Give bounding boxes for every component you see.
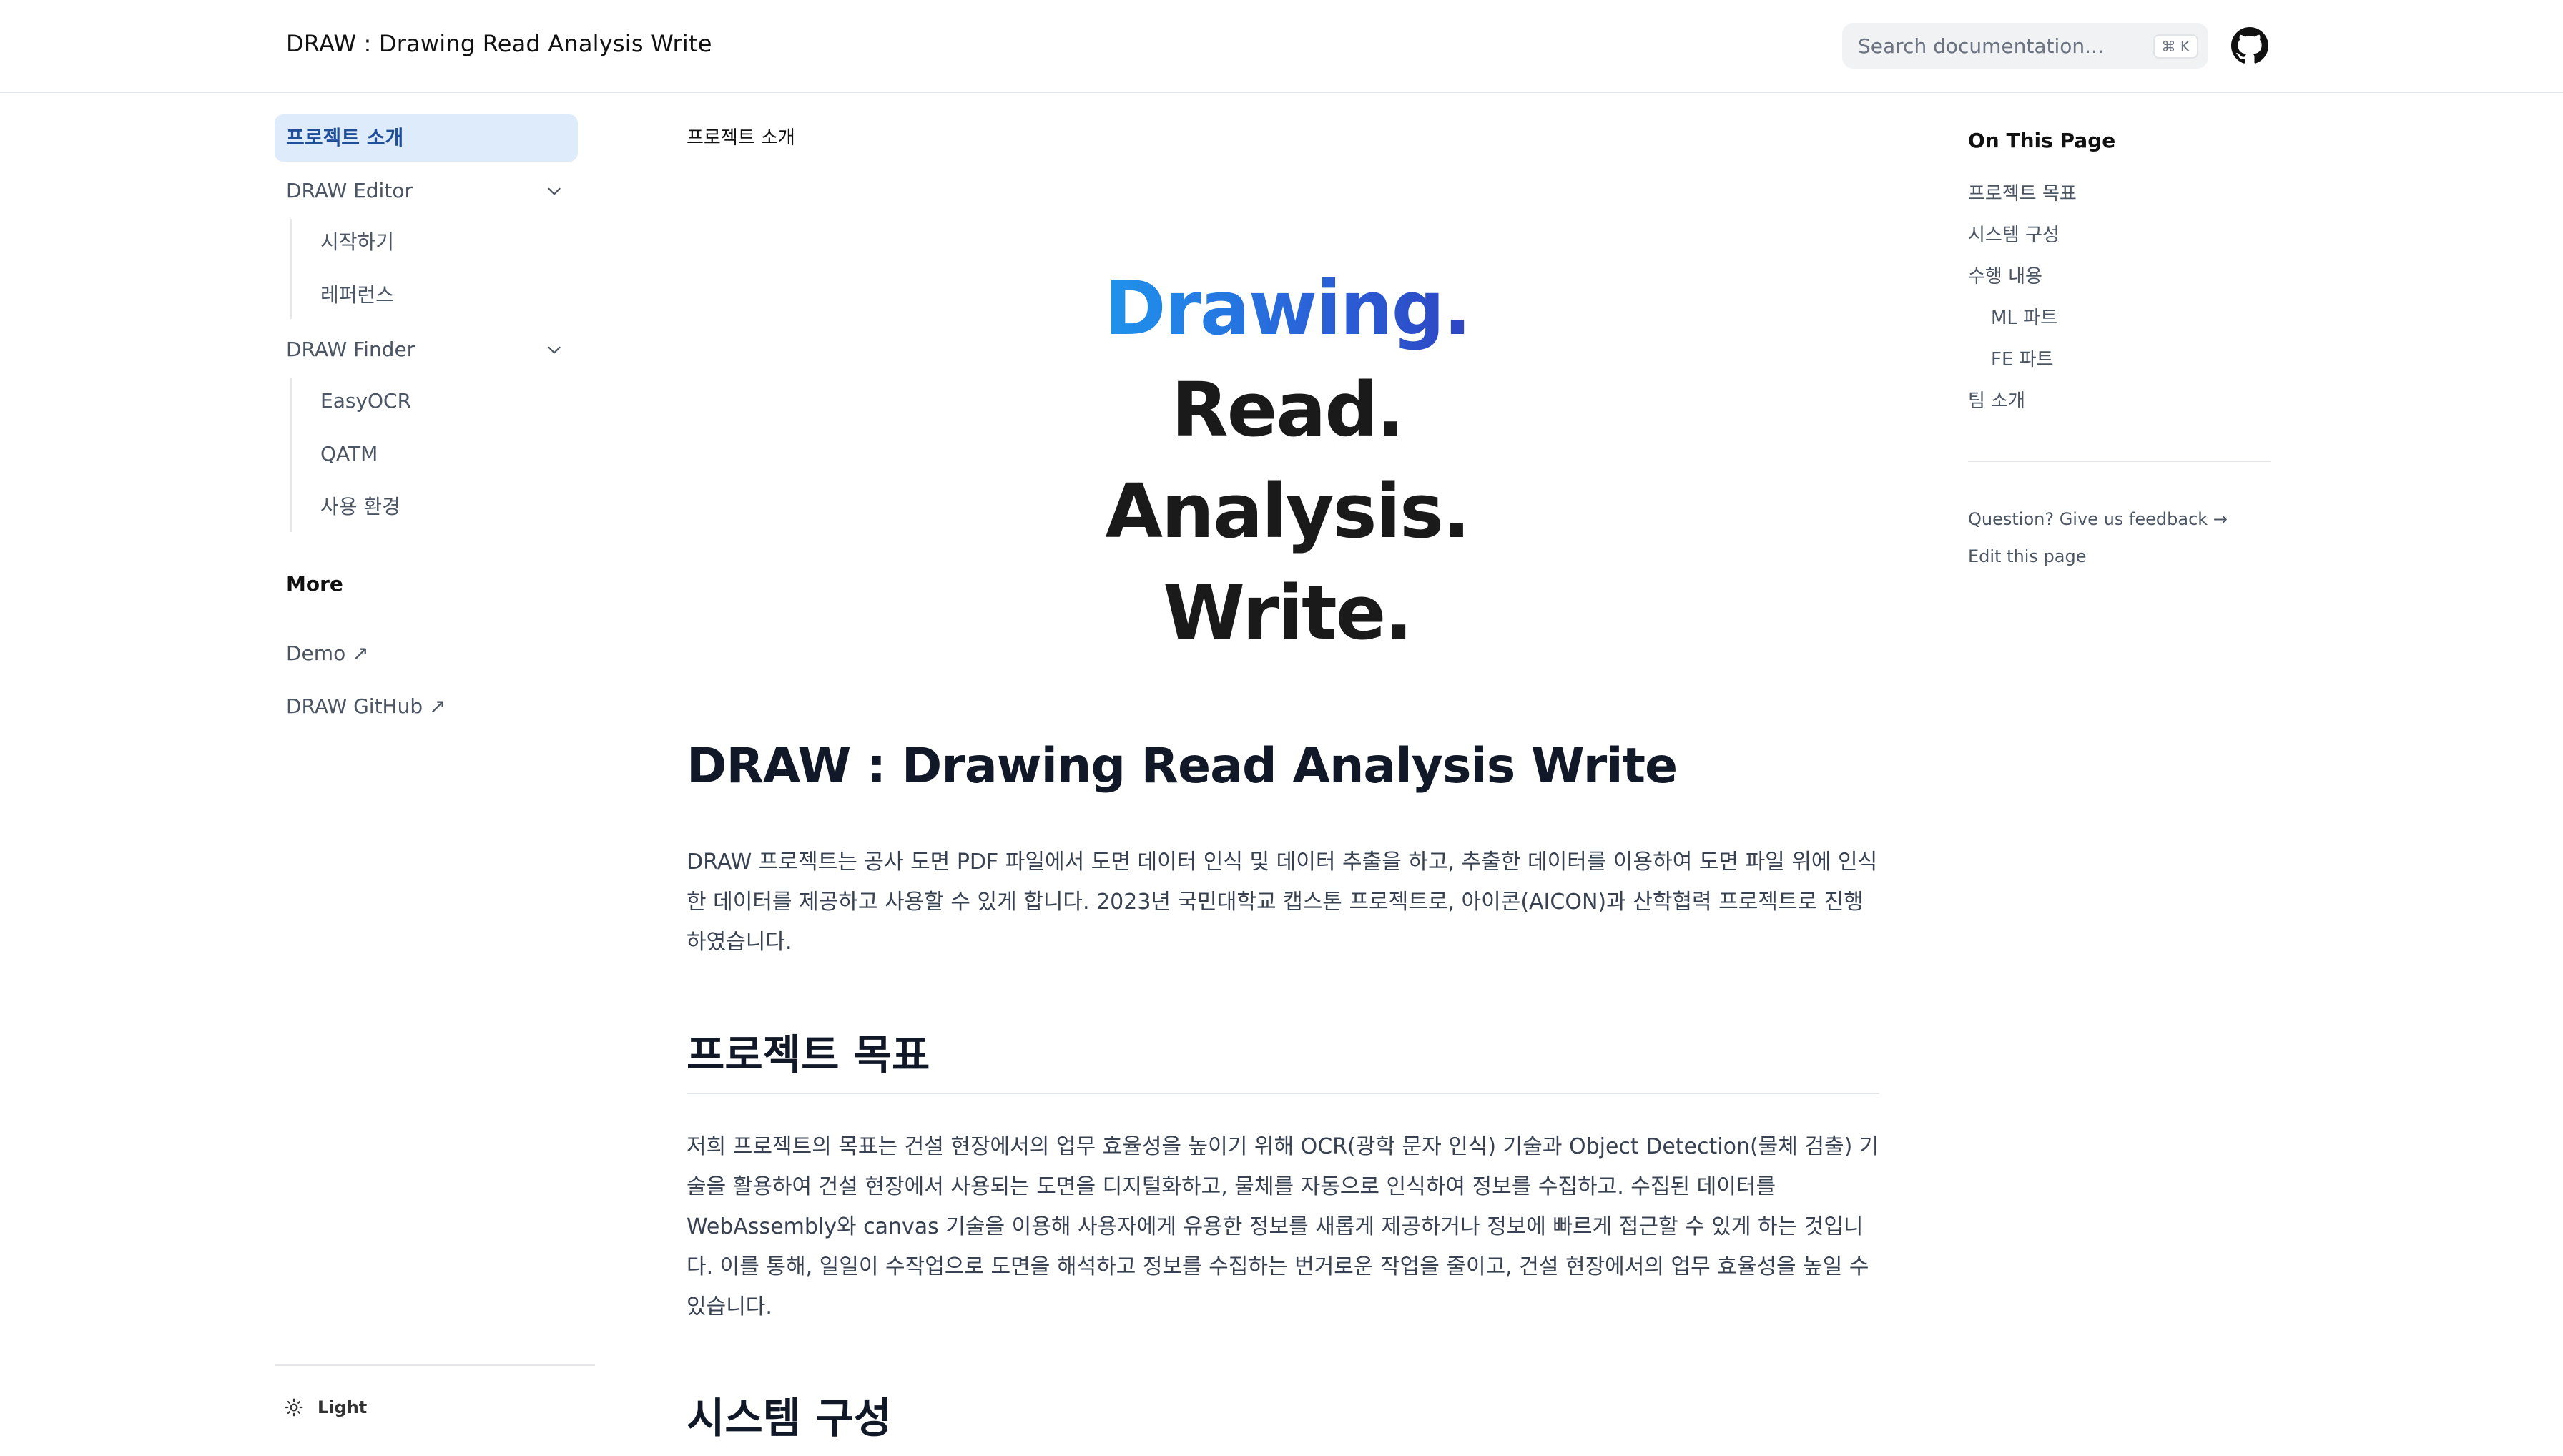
search-input[interactable]: [1858, 23, 2144, 69]
sidebar-item-reference[interactable]: 레퍼런스: [292, 272, 394, 319]
hero-line-read: Read.: [1171, 366, 1405, 453]
toc-title: On This Page: [1968, 129, 2116, 152]
goal-paragraph: 저희 프로젝트의 목표는 건설 현장에서의 업무 효율성을 높이기 위해 OCR…: [687, 1134, 1879, 1319]
toc-item-work[interactable]: 수행 내용: [1968, 262, 2042, 288]
theme-label: Light: [318, 1397, 368, 1417]
sidebar-item-label: 프로젝트 소개: [286, 126, 404, 149]
site-title-link[interactable]: DRAW : Drawing Read Analysis Write: [286, 30, 712, 57]
github-icon[interactable]: [2231, 27, 2268, 64]
sidebar-item-getting-started[interactable]: 시작하기: [292, 219, 394, 266]
sidebar-footer: Light: [275, 1364, 595, 1455]
toc-divider: [1968, 461, 2271, 462]
page-title: DRAW : Drawing Read Analysis Write: [687, 738, 1678, 795]
sidebar-item-qatm[interactable]: QATM: [292, 431, 378, 478]
hero-line-analysis: Analysis.: [1105, 468, 1470, 555]
section-heading-system: 시스템 구성: [687, 1394, 892, 1442]
hero-line-write: Write.: [1163, 569, 1413, 656]
demo-external-link[interactable]: Demo ↗: [286, 632, 369, 675]
toc-item-ml-part[interactable]: ML 파트: [1991, 303, 2057, 330]
toc-item-fe-part[interactable]: FE 파트: [1991, 345, 2054, 371]
github-external-link[interactable]: DRAW GitHub ↗: [286, 685, 446, 728]
finder-subnav: EasyOCR QATM 사용 환경: [290, 378, 578, 532]
feedback-link[interactable]: Question? Give us feedback →: [1968, 509, 2228, 529]
sidebar-item-label: DRAW Finder: [286, 338, 415, 361]
sidebar-item-project-intro[interactable]: 프로젝트 소개: [275, 114, 578, 162]
sidebar-item-draw-editor[interactable]: DRAW Editor: [275, 167, 578, 215]
toc-item-team[interactable]: 팀 소개: [1968, 386, 2025, 413]
hero-line-drawing: Drawing.: [1073, 257, 1502, 359]
editor-subnav: 시작하기 레퍼런스: [290, 219, 578, 319]
toc-item-system[interactable]: 시스템 구성: [1968, 220, 2060, 247]
search-box[interactable]: ⌘ K: [1842, 23, 2208, 69]
sidebar-item-environment[interactable]: 사용 환경: [292, 483, 400, 531]
left-sidebar: 프로젝트 소개 DRAW Editor 시작하기 레퍼런스 DRAW Finde…: [275, 92, 595, 1454]
breadcrumb: 프로젝트 소개: [687, 127, 795, 149]
more-section-title: More: [286, 572, 343, 596]
sidebar-item-draw-finder[interactable]: DRAW Finder: [275, 326, 578, 373]
edit-page-link[interactable]: Edit this page: [1968, 546, 2086, 566]
sidebar-item-label: DRAW Editor: [286, 179, 413, 202]
section-heading-goal: 프로젝트 목표: [687, 1021, 1879, 1094]
sidebar-item-easyocr[interactable]: EasyOCR: [292, 378, 411, 425]
chevron-down-icon: [548, 346, 561, 354]
hero-logo: Drawing. Read. Analysis. Write.: [1073, 257, 1502, 664]
search-shortcut-badge: ⌘ K: [2153, 34, 2198, 59]
sun-icon: [285, 1398, 303, 1417]
chevron-down-icon: [548, 187, 561, 195]
intro-paragraph: DRAW 프로젝트는 공사 도면 PDF 파일에서 도면 데이터 인식 및 데이…: [687, 850, 1878, 955]
theme-toggle-button[interactable]: Light: [285, 1390, 367, 1425]
top-navbar: DRAW : Drawing Read Analysis Write ⌘ K: [0, 0, 2563, 93]
toc-item-goal[interactable]: 프로젝트 목표: [1968, 179, 2077, 205]
